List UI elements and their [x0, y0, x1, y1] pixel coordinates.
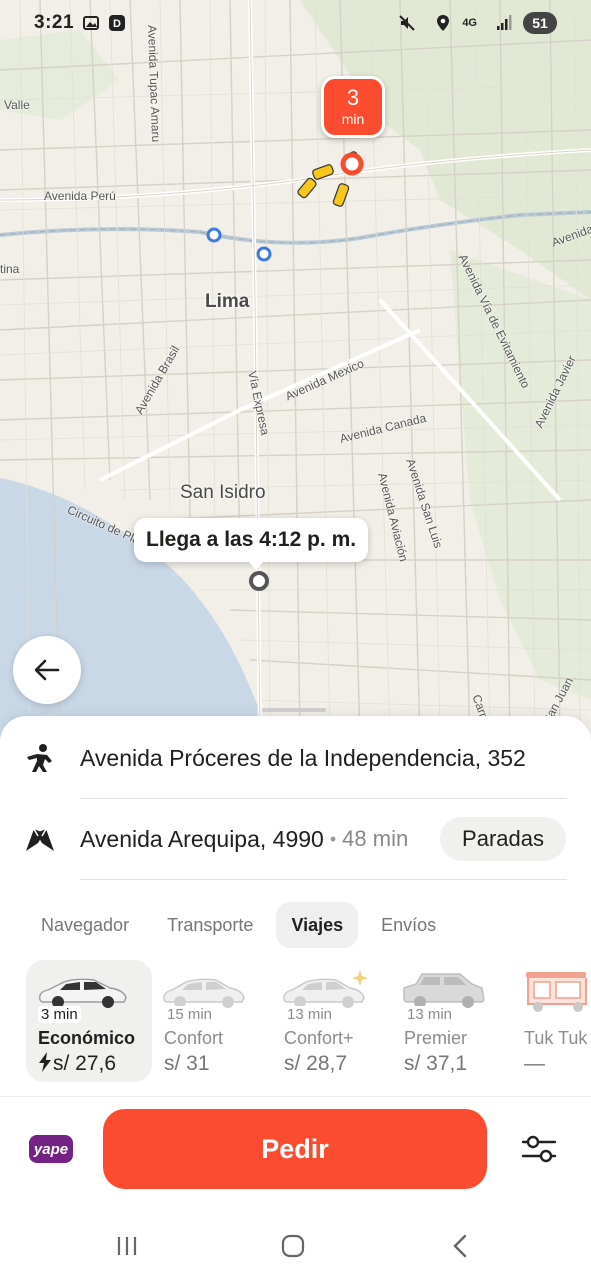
- tariff-price: —: [524, 1052, 545, 1075]
- tariff-eta: 3 min: [38, 1006, 81, 1023]
- car-economy-icon: [38, 978, 127, 1008]
- location-icon: [437, 15, 450, 31]
- tariff-eta: 13 min: [284, 1006, 336, 1023]
- system-nav-bar: [0, 1216, 591, 1280]
- arrow-left-icon: [34, 659, 60, 681]
- tariff-card-premier[interactable]: 13 min Premier s/ 37,1: [392, 960, 518, 1082]
- tariff-name: Económico: [38, 1028, 136, 1048]
- signal-icon: [497, 15, 512, 30]
- system-back-button[interactable]: [440, 1230, 480, 1262]
- arrival-tooltip: Llega a las 4:12 p. m.: [134, 518, 369, 570]
- tariff-name: Confort+: [284, 1028, 354, 1048]
- recent-apps-button[interactable]: [107, 1230, 147, 1262]
- tariff-eta: 13 min: [404, 1006, 456, 1023]
- tariff-eta: 15 min: [164, 1006, 216, 1023]
- network-type: 4G: [462, 17, 477, 29]
- stops-button[interactable]: Paradas: [440, 817, 566, 861]
- home-icon: [281, 1234, 305, 1258]
- bottom-sheet: Avenida Próceres de la Independencia, 35…: [0, 708, 591, 1280]
- order-button[interactable]: Pedir: [103, 1109, 487, 1189]
- tariff-card-economico[interactable]: 3 min Económico s/ 27,6: [26, 960, 152, 1082]
- tariff-card-confort[interactable]: 15 min Confort s/ 31: [152, 960, 278, 1082]
- tariff-card-tuk-tuk[interactable]: Tuk Tuk —: [512, 960, 591, 1082]
- eta-badge-value: 3: [346, 85, 360, 110]
- car-premier-icon: [403, 973, 485, 1008]
- street-label: Valle: [4, 98, 30, 112]
- action-bar: yape Pedir: [0, 1096, 591, 1206]
- battery-indicator: 51: [523, 12, 557, 34]
- separator-dot: •: [329, 828, 337, 849]
- d-app-icon: D: [109, 15, 126, 31]
- divider: [80, 798, 567, 799]
- divider: [80, 879, 567, 880]
- finish-flags-icon: [0, 825, 80, 853]
- street-label: tina: [0, 262, 20, 276]
- tariff-price: s/ 28,7: [284, 1052, 348, 1075]
- tariff-name: Premier: [404, 1028, 468, 1048]
- destination-travel-time: 48 min: [342, 826, 409, 851]
- tab-transporte[interactable]: Transporte: [152, 902, 268, 948]
- tab-navegador[interactable]: Navegador: [26, 902, 144, 948]
- chevron-left-icon: [453, 1234, 467, 1258]
- service-tabs: Navegador Transporte Viajes Envíos: [26, 902, 459, 948]
- tuk-tuk-icon: [526, 972, 587, 1012]
- car-comfort-plus-icon: [283, 970, 368, 1008]
- tariff-price: s/ 37,1: [404, 1052, 468, 1075]
- car-comfort-icon: [163, 978, 245, 1008]
- eta-badge: 3 min: [321, 76, 385, 138]
- mute-icon: [399, 15, 416, 31]
- destination-row[interactable]: Avenida Arequipa, 4990 • 48 min Paradas: [0, 817, 591, 861]
- ride-options-icon[interactable]: [520, 1133, 558, 1165]
- status-right: 4G 51: [390, 12, 557, 34]
- surge-bolt-icon: [39, 1052, 51, 1072]
- gallery-icon: [83, 16, 100, 30]
- recent-apps-icon: [117, 1237, 137, 1255]
- tariff-name: Tuk Tuk: [524, 1028, 588, 1048]
- city-label: Lima: [205, 291, 250, 312]
- street-label: Avenida Perú: [44, 189, 116, 203]
- tariff-price: s/ 27,6: [38, 1052, 116, 1076]
- eta-badge-unit: min: [341, 111, 365, 127]
- district-label: San Isidro: [180, 482, 266, 503]
- tariff-name: Confort: [164, 1028, 224, 1048]
- destination-address: Avenida Arequipa, 4990: [80, 825, 324, 852]
- svg-text:D: D: [113, 18, 121, 30]
- tariff-card-confort-plus[interactable]: 13 min Confort+ s/ 28,7: [272, 960, 398, 1082]
- tariff-list: 3 min Económico s/ 27,6 15 min Confort s…: [26, 960, 591, 1082]
- payment-method-button[interactable]: yape: [29, 1135, 73, 1163]
- origin-row[interactable]: Avenida Próceres de la Independencia, 35…: [0, 736, 591, 780]
- tab-envios[interactable]: Envíos: [366, 902, 451, 948]
- home-button[interactable]: [273, 1230, 313, 1262]
- origin-address: Avenida Próceres de la Independencia, 35…: [80, 744, 526, 771]
- status-time: 3:21: [34, 12, 75, 33]
- pedestrian-icon: [0, 743, 80, 773]
- back-button[interactable]: [13, 636, 81, 704]
- status-bar: 3:21 D 4G 51: [0, 0, 591, 46]
- tab-viajes[interactable]: Viajes: [276, 902, 359, 948]
- map-canvas: [0, 0, 591, 740]
- sheet-handle[interactable]: [262, 708, 326, 712]
- tariff-price: s/ 31: [164, 1052, 210, 1075]
- map-view[interactable]: Avenida Perú Avenida Tupac Amaru Valle A…: [0, 0, 591, 740]
- tariff-price-value: s/ 27,6: [53, 1052, 117, 1075]
